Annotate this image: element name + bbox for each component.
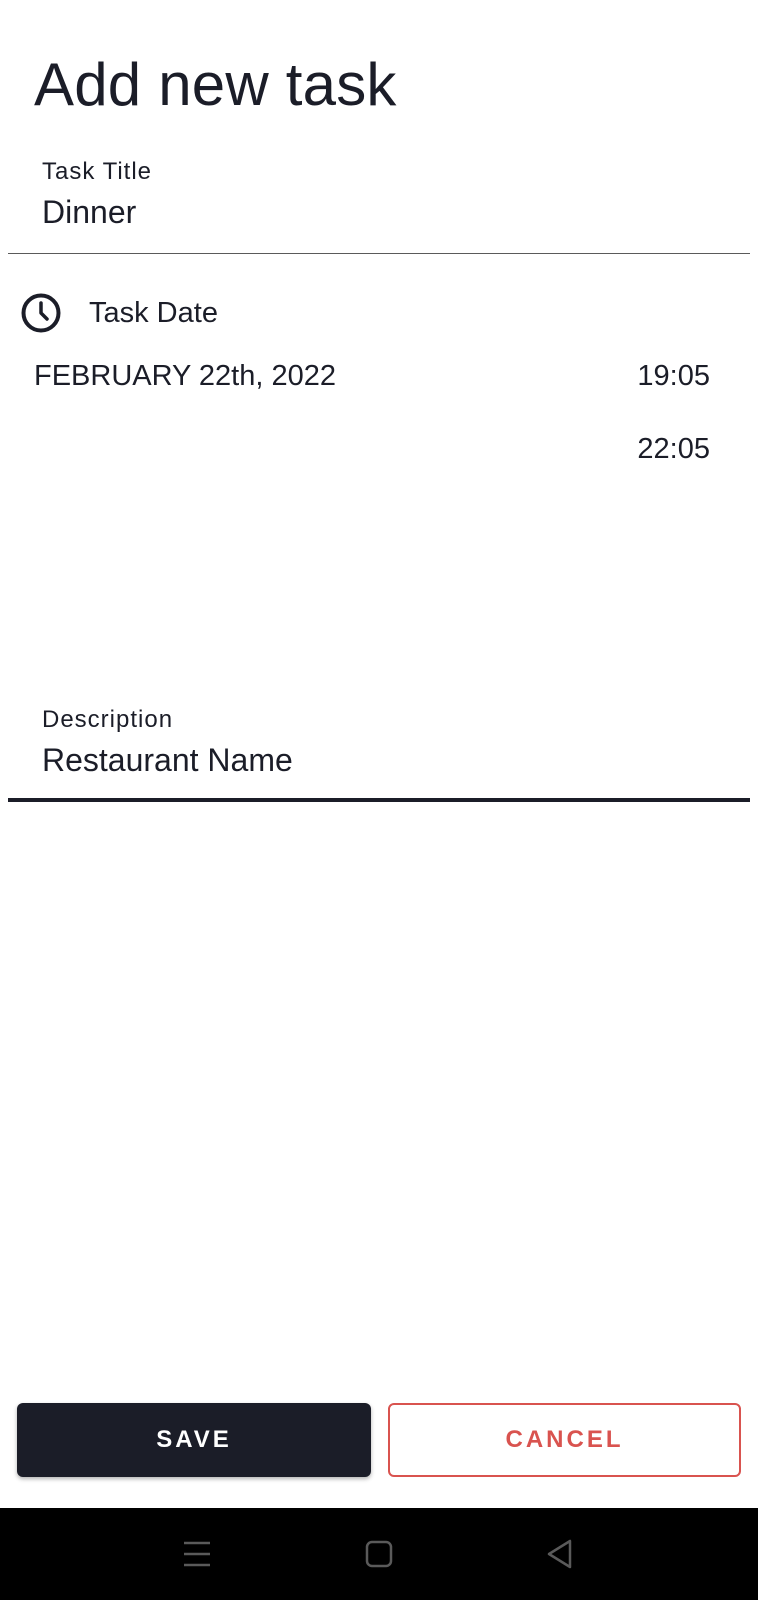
task-title-field[interactable]: Task Title	[8, 150, 750, 256]
menu-icon[interactable]	[175, 1532, 219, 1576]
description-field[interactable]: Description	[8, 690, 750, 802]
cancel-button[interactable]: CANCEL	[388, 1403, 741, 1477]
task-title-input[interactable]	[42, 190, 750, 234]
description-input[interactable]	[42, 738, 750, 782]
task-date-header[interactable]: Task Date	[20, 292, 320, 336]
task-title-label: Task Title	[42, 158, 153, 185]
task-date-label: Task Date	[89, 297, 218, 329]
description-label: Description	[42, 706, 174, 733]
back-icon[interactable]	[538, 1532, 582, 1576]
end-time-value[interactable]: 22:05	[637, 433, 710, 466]
save-button[interactable]: SAVE	[17, 1403, 371, 1477]
description-underline	[8, 798, 750, 802]
system-navigation-bar	[0, 1508, 758, 1600]
task-date-value[interactable]: FEBRUARY 22th, 2022	[34, 360, 336, 393]
start-time-value[interactable]: 19:05	[637, 360, 710, 393]
task-title-underline	[8, 253, 750, 254]
page-title: Add new task	[34, 51, 397, 118]
home-icon[interactable]	[357, 1532, 401, 1576]
clock-icon	[21, 293, 61, 333]
